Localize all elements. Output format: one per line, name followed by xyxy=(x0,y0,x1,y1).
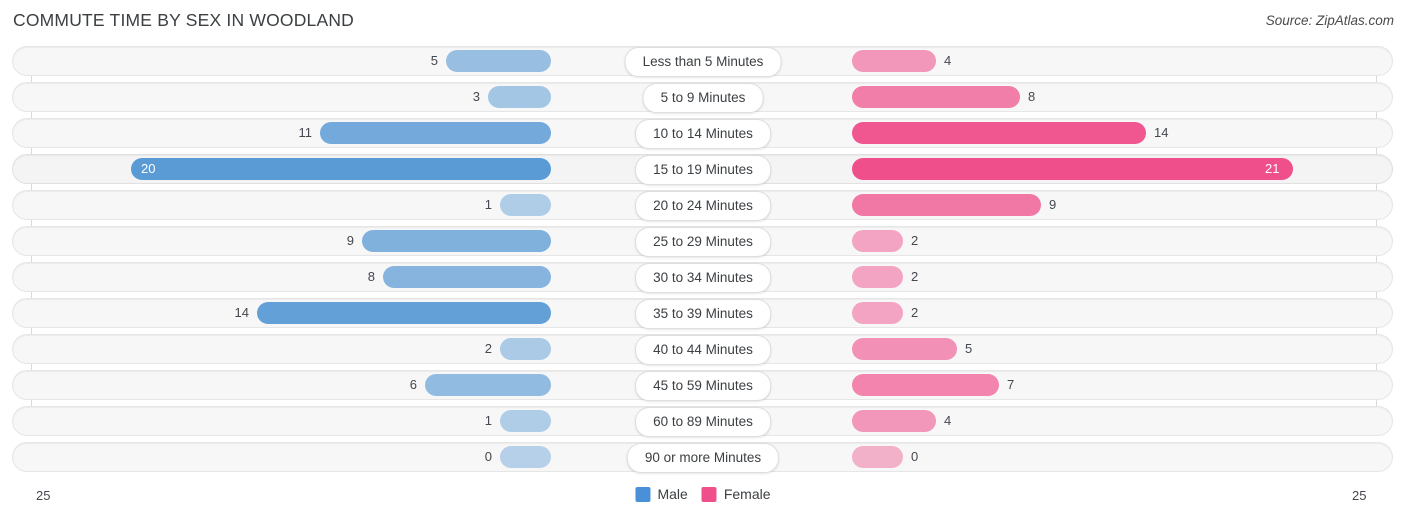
bar-female[interactable] xyxy=(852,266,903,288)
bar-value-female: 5 xyxy=(965,341,973,356)
bar-female[interactable] xyxy=(852,158,1293,180)
table-row[interactable]: 1 9 20 to 24 Minutes xyxy=(0,190,1406,221)
bar-value-male: 20 xyxy=(141,161,156,176)
category-label[interactable]: 30 to 34 Minutes xyxy=(635,263,771,293)
bar-value-female: 9 xyxy=(1049,197,1057,212)
bar-male[interactable] xyxy=(362,230,551,252)
legend-item[interactable]: Female xyxy=(701,486,771,502)
category-label[interactable]: 5 to 9 Minutes xyxy=(642,83,764,113)
axis-label-right-max: 25 xyxy=(1352,488,1367,503)
table-row[interactable]: 8 2 30 to 34 Minutes xyxy=(0,262,1406,293)
table-row[interactable]: 14 2 35 to 39 Minutes xyxy=(0,298,1406,329)
bar-male[interactable] xyxy=(488,86,551,108)
bar-value-female: 2 xyxy=(911,233,919,248)
chart-footer: 25 25 Male Female xyxy=(0,484,1406,523)
table-row[interactable]: 11 14 10 to 14 Minutes xyxy=(0,118,1406,149)
bar-female[interactable] xyxy=(852,338,957,360)
category-label[interactable]: 15 to 19 Minutes xyxy=(635,155,771,185)
bar-value-male: 1 xyxy=(484,413,492,428)
bar-male[interactable] xyxy=(425,374,551,396)
bar-female[interactable] xyxy=(852,50,936,72)
bar-value-male: 14 xyxy=(234,305,249,320)
bar-value-female: 2 xyxy=(911,269,919,284)
bar-value-male: 5 xyxy=(430,53,438,68)
bar-value-male: 9 xyxy=(346,233,354,248)
category-label[interactable]: 40 to 44 Minutes xyxy=(635,335,771,365)
bar-female[interactable] xyxy=(852,302,903,324)
chart-plot-area: 5 4 Less than 5 Minutes 3 8 5 to 9 Minutes 11 1… xyxy=(0,46,1406,483)
chart-header: COMMUTE TIME BY SEX IN WOODLAND Source: … xyxy=(0,0,1406,42)
bar-value-male: 8 xyxy=(367,269,375,284)
chart-page: COMMUTE TIME BY SEX IN WOODLAND Source: … xyxy=(0,0,1406,523)
table-row[interactable]: 9 2 25 to 29 Minutes xyxy=(0,226,1406,257)
table-row[interactable]: 0 0 90 or more Minutes xyxy=(0,442,1406,473)
bar-value-male: 2 xyxy=(484,341,492,356)
bar-value-male: 3 xyxy=(472,89,480,104)
legend-item[interactable]: Male xyxy=(635,486,688,502)
bar-male[interactable] xyxy=(500,446,551,468)
bar-value-female: 4 xyxy=(944,413,952,428)
bar-male[interactable] xyxy=(131,158,551,180)
bar-female[interactable] xyxy=(852,230,903,252)
category-label[interactable]: 10 to 14 Minutes xyxy=(635,119,771,149)
table-row[interactable]: 3 8 5 to 9 Minutes xyxy=(0,82,1406,113)
bar-value-female: 8 xyxy=(1028,89,1036,104)
table-row[interactable]: 20 21 15 to 19 Minutes xyxy=(0,154,1406,185)
bar-male[interactable] xyxy=(500,410,551,432)
table-row[interactable]: 5 4 Less than 5 Minutes xyxy=(0,46,1406,77)
category-label[interactable]: 60 to 89 Minutes xyxy=(635,407,771,437)
bar-value-female: 21 xyxy=(1265,161,1280,176)
bar-male[interactable] xyxy=(257,302,551,324)
bar-value-female: 7 xyxy=(1007,377,1015,392)
table-row[interactable]: 6 7 45 to 59 Minutes xyxy=(0,370,1406,401)
bar-female[interactable] xyxy=(852,86,1020,108)
bar-male[interactable] xyxy=(320,122,551,144)
source-attribution: Source: ZipAtlas.com xyxy=(1265,13,1394,28)
bar-female[interactable] xyxy=(852,374,999,396)
bar-value-female: 2 xyxy=(911,305,919,320)
table-row[interactable]: 1 4 60 to 89 Minutes xyxy=(0,406,1406,437)
bar-female[interactable] xyxy=(852,410,936,432)
category-label[interactable]: 20 to 24 Minutes xyxy=(635,191,771,221)
bar-value-male: 6 xyxy=(409,377,417,392)
bar-male[interactable] xyxy=(383,266,551,288)
table-row[interactable]: 2 5 40 to 44 Minutes xyxy=(0,334,1406,365)
bar-male[interactable] xyxy=(500,194,551,216)
bar-male[interactable] xyxy=(500,338,551,360)
category-label[interactable]: Less than 5 Minutes xyxy=(624,47,782,77)
category-label[interactable]: 90 or more Minutes xyxy=(626,443,780,473)
legend-label: Female xyxy=(723,486,771,502)
bar-value-male: 0 xyxy=(484,449,492,464)
bar-male[interactable] xyxy=(446,50,551,72)
bar-female[interactable] xyxy=(852,122,1146,144)
bar-value-female: 14 xyxy=(1154,125,1169,140)
category-label[interactable]: 45 to 59 Minutes xyxy=(635,371,771,401)
bar-female[interactable] xyxy=(852,446,903,468)
bar-value-female: 4 xyxy=(944,53,952,68)
bar-value-male: 1 xyxy=(484,197,492,212)
bar-value-male: 11 xyxy=(298,125,313,140)
legend-swatch-icon xyxy=(701,486,717,502)
category-label[interactable]: 25 to 29 Minutes xyxy=(635,227,771,257)
axis-label-left-max: 25 xyxy=(36,488,51,503)
page-title: COMMUTE TIME BY SEX IN WOODLAND xyxy=(13,10,355,30)
bar-value-female: 0 xyxy=(911,449,919,464)
chart-legend: Male Female xyxy=(635,486,771,502)
legend-swatch-icon xyxy=(635,486,651,502)
bar-rows-container: 5 4 Less than 5 Minutes 3 8 5 to 9 Minutes 11 1… xyxy=(0,46,1406,478)
legend-label: Male xyxy=(657,486,688,502)
bar-female[interactable] xyxy=(852,194,1041,216)
category-label[interactable]: 35 to 39 Minutes xyxy=(635,299,771,329)
